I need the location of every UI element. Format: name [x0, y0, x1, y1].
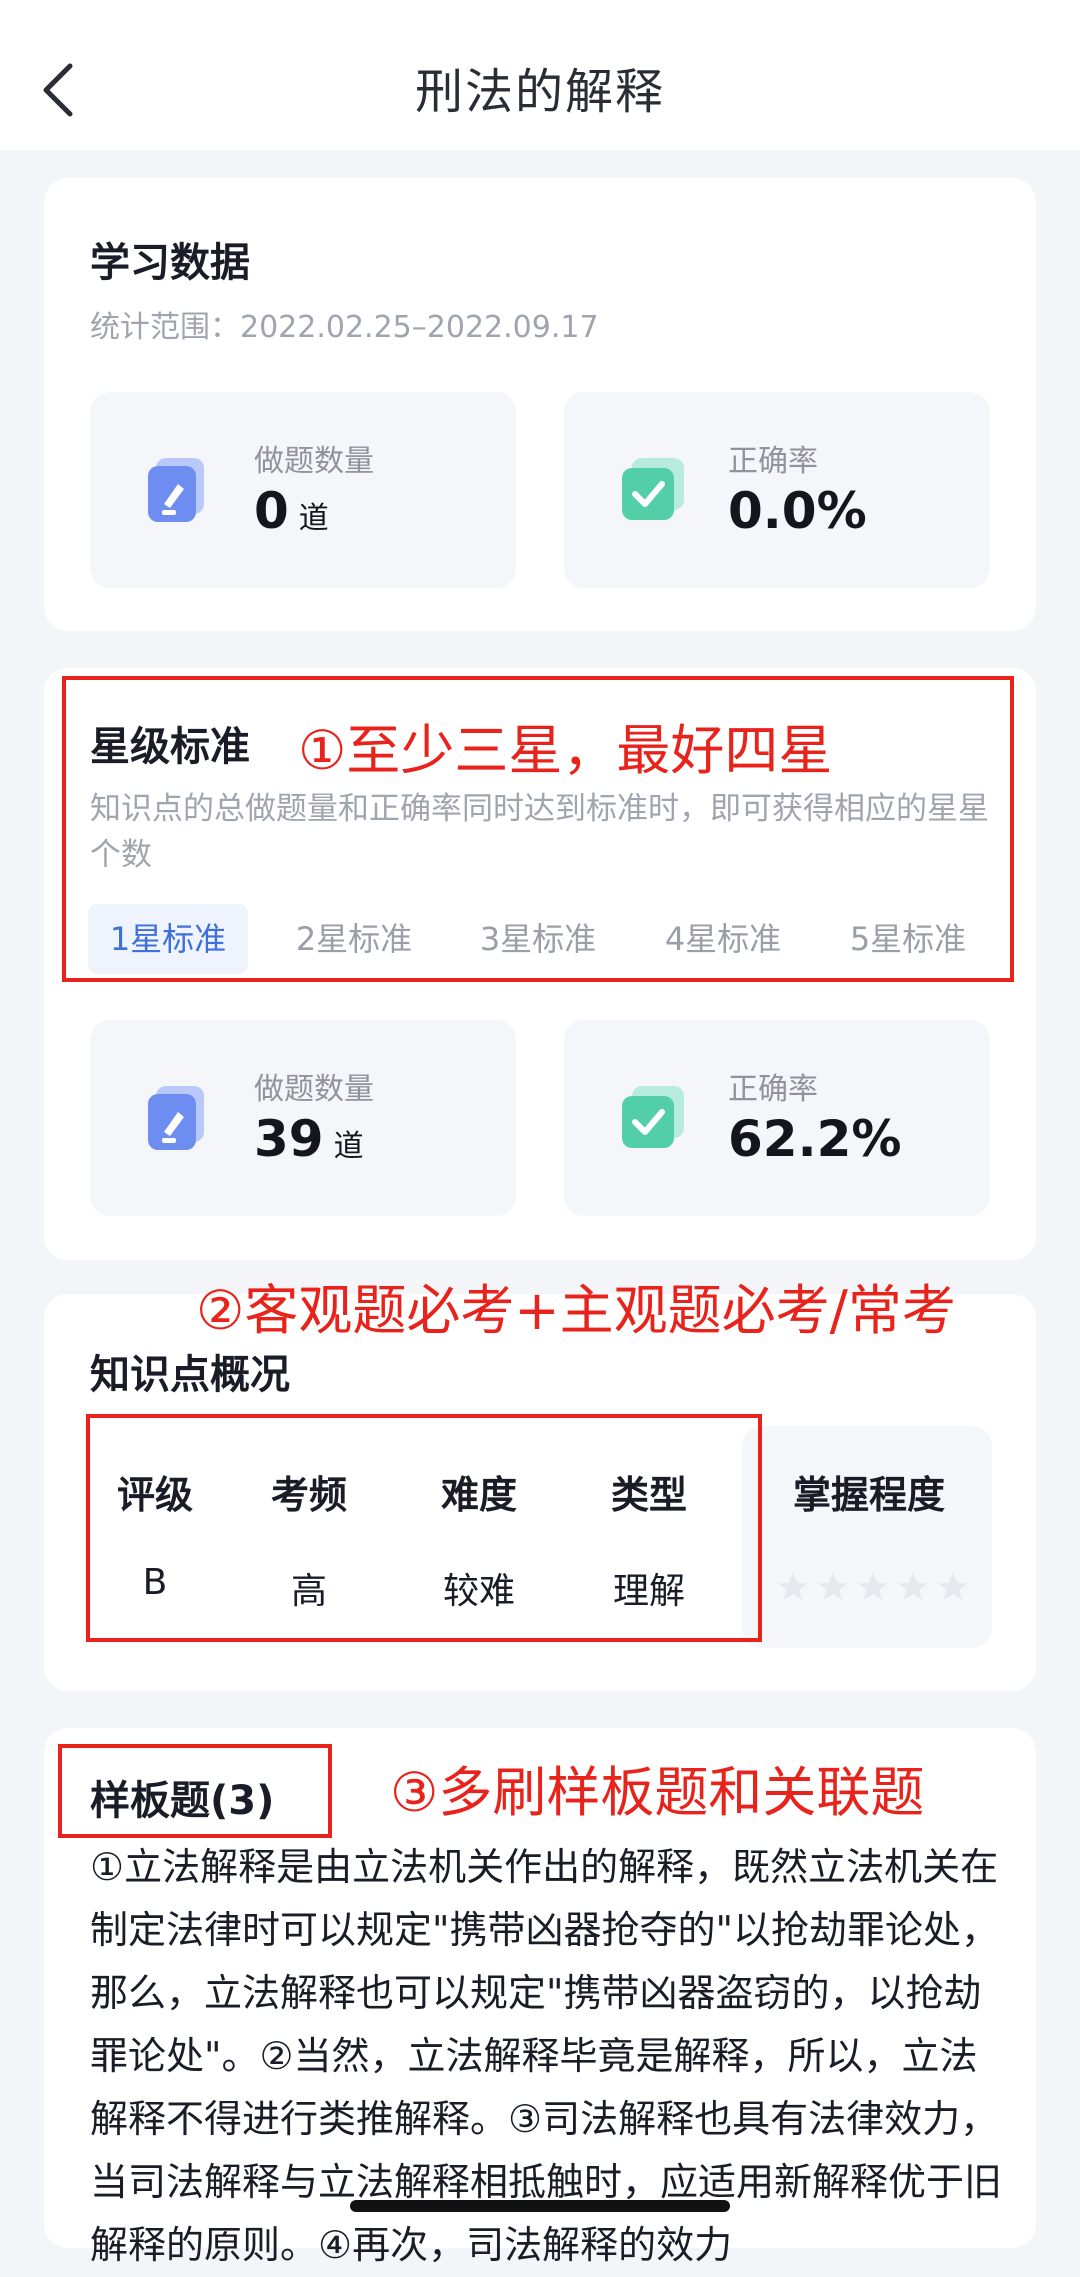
page-title: 刑法的解释	[414, 64, 665, 120]
accuracy-stat: 正确率 0.0%	[564, 392, 990, 588]
accuracy-label: 正确率	[728, 444, 818, 479]
question-count-label: 做题数量	[254, 444, 374, 479]
study-data-card: 学习数据 统计范围：2022.02.25–2022.09.17 做题数量 0道 …	[44, 178, 1036, 631]
home-indicator	[350, 2200, 730, 2212]
annotation-box-knowledge-grid	[86, 1414, 762, 1642]
mastery-star-icon	[898, 1572, 928, 1600]
accuracy-value: 0.0%	[728, 482, 867, 540]
check-document-icon	[622, 458, 684, 520]
question-count-unit: 道	[298, 501, 329, 536]
annotation-question-type-advice: ②客观题必考+主观题必考/常考	[196, 1279, 956, 1342]
header-mastery: 掌握程度	[792, 1473, 945, 1517]
standard-count-stat: 做题数量 39 道	[90, 1020, 516, 1216]
standard-accuracy-label: 正确率	[728, 1072, 818, 1107]
question-count-stat: 做题数量 0道	[90, 392, 516, 588]
mastery-star-icon	[778, 1572, 808, 1600]
check-document-icon	[622, 1086, 684, 1148]
mastery-star-icon	[858, 1572, 888, 1600]
question-count-value: 0道	[254, 482, 329, 540]
pencil-document-icon	[148, 458, 204, 522]
study-data-title: 学习数据	[90, 240, 250, 286]
top-bar: 刑法的解释	[0, 0, 1080, 150]
knowledge-overview-title: 知识点概况	[90, 1352, 290, 1398]
standard-accuracy-stat: 正确率 62.2%	[564, 1020, 990, 1216]
annotation-star-advice: ①至少三星，最好四星	[298, 719, 833, 782]
standard-count-unit: 道	[333, 1129, 364, 1164]
annotation-box-sample-title	[58, 1744, 332, 1838]
annotation-sample-advice: ③多刷样板题和关联题	[390, 1761, 925, 1824]
standard-count-label: 做题数量	[254, 1072, 374, 1107]
pencil-document-icon	[148, 1086, 204, 1150]
mastery-star-icon	[818, 1572, 848, 1600]
standard-count-value: 39 道	[254, 1110, 364, 1168]
standard-accuracy-value: 62.2%	[728, 1110, 902, 1168]
mastery-star-icon	[938, 1572, 968, 1600]
mastery-panel	[742, 1426, 992, 1648]
stat-range: 统计范围：2022.02.25–2022.09.17	[90, 310, 599, 345]
